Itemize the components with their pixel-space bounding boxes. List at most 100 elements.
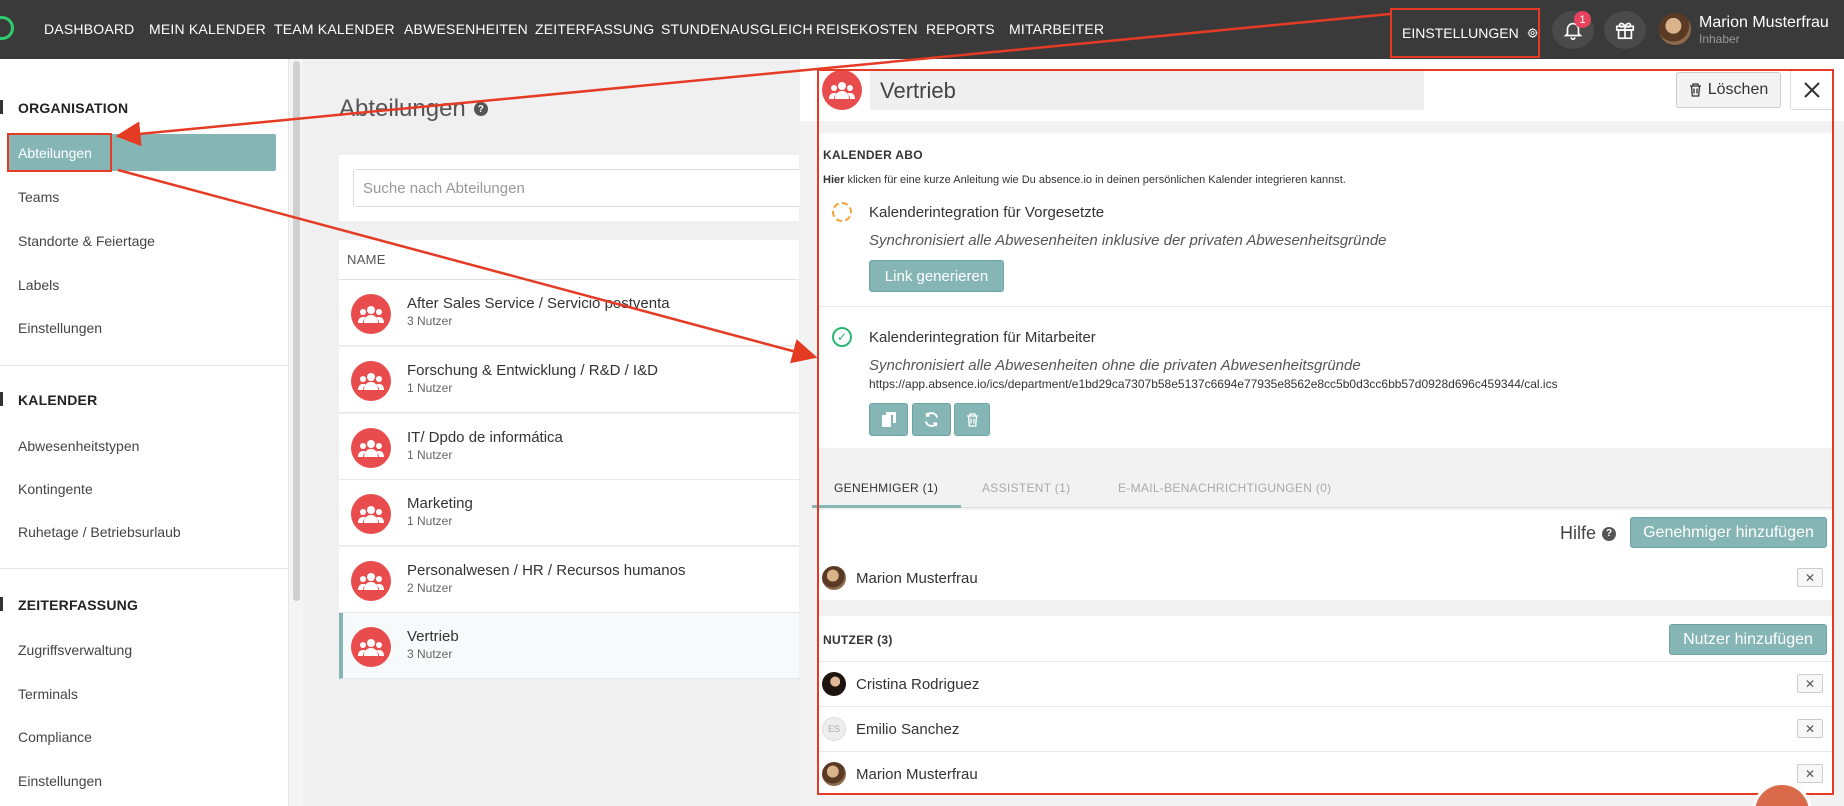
table-row-selected[interactable]: Vertrieb 3 Nutzer — [339, 613, 799, 679]
table-row[interactable]: Forschung & Entwicklung / R&D / I&D 1 Nu… — [339, 347, 799, 413]
table-header-name[interactable]: NAME — [339, 240, 799, 280]
nav-einstellungen[interactable]: EINSTELLUNGEN — [1390, 8, 1540, 58]
tabs-baseline — [812, 507, 1834, 508]
ics-url[interactable]: https://app.absence.io/ics/department/e1… — [869, 377, 1558, 391]
section-marker — [0, 597, 3, 611]
tab-email-benachrichtigungen[interactable]: E-MAIL-BENACHRICHTIGUNGEN (0) — [1118, 481, 1331, 495]
sidebar-item-einstellungen-zeit[interactable]: Einstellungen — [18, 773, 102, 789]
generate-link-button[interactable]: Link generieren — [869, 260, 1004, 292]
user-name[interactable]: Marion Musterfrau — [1699, 14, 1829, 32]
department-icon — [351, 428, 391, 468]
top-navigation: DASHBOARD MEIN KALENDER TEAM KALENDER AB… — [0, 0, 1844, 59]
calendar-subscription-hint: Hier klicken für eine kurze Anleitung wi… — [823, 174, 1346, 186]
sidebar-item-labels[interactable]: Labels — [18, 277, 59, 293]
annotation-highlight-box — [7, 133, 112, 172]
user-role: Inhaber — [1699, 32, 1740, 46]
remove-user-button[interactable]: ✕ — [1797, 674, 1823, 693]
department-user-count: 1 Nutzer — [407, 448, 453, 462]
nav-abwesenheiten[interactable]: ABWESENHEITEN — [404, 21, 528, 37]
sidebar-item-teams[interactable]: Teams — [18, 189, 59, 205]
avatar — [822, 566, 846, 590]
department-user-count: 1 Nutzer — [407, 514, 453, 528]
page-title-text: Abteilungen — [339, 95, 466, 122]
remove-approver-button[interactable]: ✕ — [1797, 568, 1823, 587]
department-name: Vertrieb — [407, 628, 459, 645]
close-icon — [1804, 82, 1820, 98]
gear-icon — [1527, 27, 1538, 39]
add-user-button[interactable]: Nutzer hinzufügen — [1669, 624, 1827, 655]
table-row[interactable]: Personalwesen / HR / Recursos humanos 2 … — [339, 547, 799, 613]
section-marker — [0, 100, 3, 114]
section-zeiterfassung: ZEITERFASSUNG — [18, 597, 139, 613]
notifications-button[interactable]: 1 — [1552, 11, 1594, 49]
pending-status-icon — [832, 202, 852, 222]
close-button[interactable] — [1790, 70, 1834, 110]
delete-link-button[interactable] — [954, 403, 990, 436]
tab-genehmiger[interactable]: GENEHMIGER (1) — [834, 481, 938, 495]
remove-user-button[interactable]: ✕ — [1797, 719, 1823, 738]
refresh-link-button[interactable] — [912, 403, 951, 436]
trash-icon — [966, 412, 978, 427]
trash-icon — [1689, 83, 1701, 97]
sidebar-item-kontingente[interactable]: Kontingente — [18, 481, 93, 497]
department-icon — [351, 494, 391, 534]
tab-assistent[interactable]: ASSISTENT (1) — [982, 481, 1070, 495]
users-title: NUTZER (3) — [823, 633, 893, 647]
sidebar-item-standorte[interactable]: Standorte & Feiertage — [18, 233, 155, 249]
help-icon[interactable]: ? — [473, 102, 488, 116]
department-name: IT/ Dpdo de informática — [407, 429, 563, 446]
user-name-row: Cristina Rodriguez — [856, 676, 980, 693]
department-icon — [822, 70, 862, 110]
nav-team-kalender[interactable]: TEAM KALENDER — [274, 21, 395, 37]
sidebar-item-abwesenheitstypen[interactable]: Abwesenheitstypen — [18, 438, 139, 454]
sidebar-scroll-thumb[interactable] — [293, 61, 300, 601]
sidebar-item-compliance[interactable]: Compliance — [18, 729, 92, 745]
search-input[interactable] — [353, 169, 813, 207]
sidebar-item-einstellungen[interactable]: Einstellungen — [18, 320, 102, 336]
table-row[interactable]: IT/ Dpdo de informática 1 Nutzer — [339, 414, 799, 480]
divider — [817, 706, 1834, 707]
help-icon: ? — [1602, 526, 1617, 541]
approver-name: Marion Musterfrau — [856, 570, 978, 587]
nav-zeiterfassung[interactable]: ZEITERFASSUNG — [535, 21, 654, 37]
copy-link-button[interactable] — [869, 403, 908, 436]
table-row[interactable]: After Sales Service / Servicio postventa… — [339, 280, 799, 346]
hint-link[interactable]: Hier — [823, 174, 844, 186]
department-name: Forschung & Entwicklung / R&D / I&D — [407, 362, 658, 379]
notification-badge: 1 — [1574, 11, 1591, 28]
sidebar-item-ruhetage[interactable]: Ruhetage / Betriebsurlaub — [18, 524, 181, 540]
app-logo-icon[interactable] — [0, 16, 14, 40]
table-row[interactable]: Marketing 1 Nutzer — [339, 480, 799, 546]
divider — [0, 568, 289, 569]
nav-dashboard[interactable]: DASHBOARD — [44, 21, 134, 37]
department-user-count: 2 Nutzer — [407, 581, 453, 595]
nav-mitarbeiter[interactable]: MITARBEITER — [1009, 21, 1104, 37]
department-name-input[interactable]: Vertrieb — [870, 71, 1424, 110]
nav-reisekosten[interactable]: REISEKOSTEN — [816, 21, 918, 37]
user-avatar[interactable] — [1659, 13, 1691, 45]
add-approver-button[interactable]: Genehmiger hinzufügen — [1630, 517, 1827, 548]
nav-reports[interactable]: REPORTS — [926, 21, 995, 37]
search-card — [339, 155, 813, 221]
calendar-subscription-title: KALENDER ABO — [823, 148, 923, 162]
check-icon: ✓ — [832, 327, 852, 347]
sidebar-item-terminals[interactable]: Terminals — [18, 686, 78, 702]
hint-text: klicken für eine kurze Anleitung wie Du … — [844, 174, 1346, 186]
nav-einstellungen-label: EINSTELLUNGEN — [1402, 25, 1519, 41]
section-marker — [0, 392, 3, 406]
active-tab-indicator — [812, 505, 961, 508]
divider — [817, 661, 1834, 662]
copy-icon — [881, 412, 896, 427]
nav-mein-kalender[interactable]: MEIN KALENDER — [149, 21, 266, 37]
gifts-button[interactable] — [1604, 11, 1646, 49]
refresh-icon — [924, 412, 939, 427]
page-title: Abteilungen ? — [339, 95, 488, 123]
remove-user-button[interactable]: ✕ — [1797, 764, 1823, 783]
delete-button[interactable]: Löschen — [1676, 72, 1781, 108]
nav-stundenausgleich[interactable]: STUNDENAUSGLEICH — [661, 21, 813, 37]
divider — [817, 306, 1834, 307]
help-link[interactable]: Hilfe ? — [1560, 523, 1617, 544]
user-name-row: Marion Musterfrau — [856, 766, 978, 783]
sidebar-item-zugriffsverwaltung[interactable]: Zugriffsverwaltung — [18, 642, 132, 658]
section-organisation: ORGANISATION — [18, 100, 129, 116]
